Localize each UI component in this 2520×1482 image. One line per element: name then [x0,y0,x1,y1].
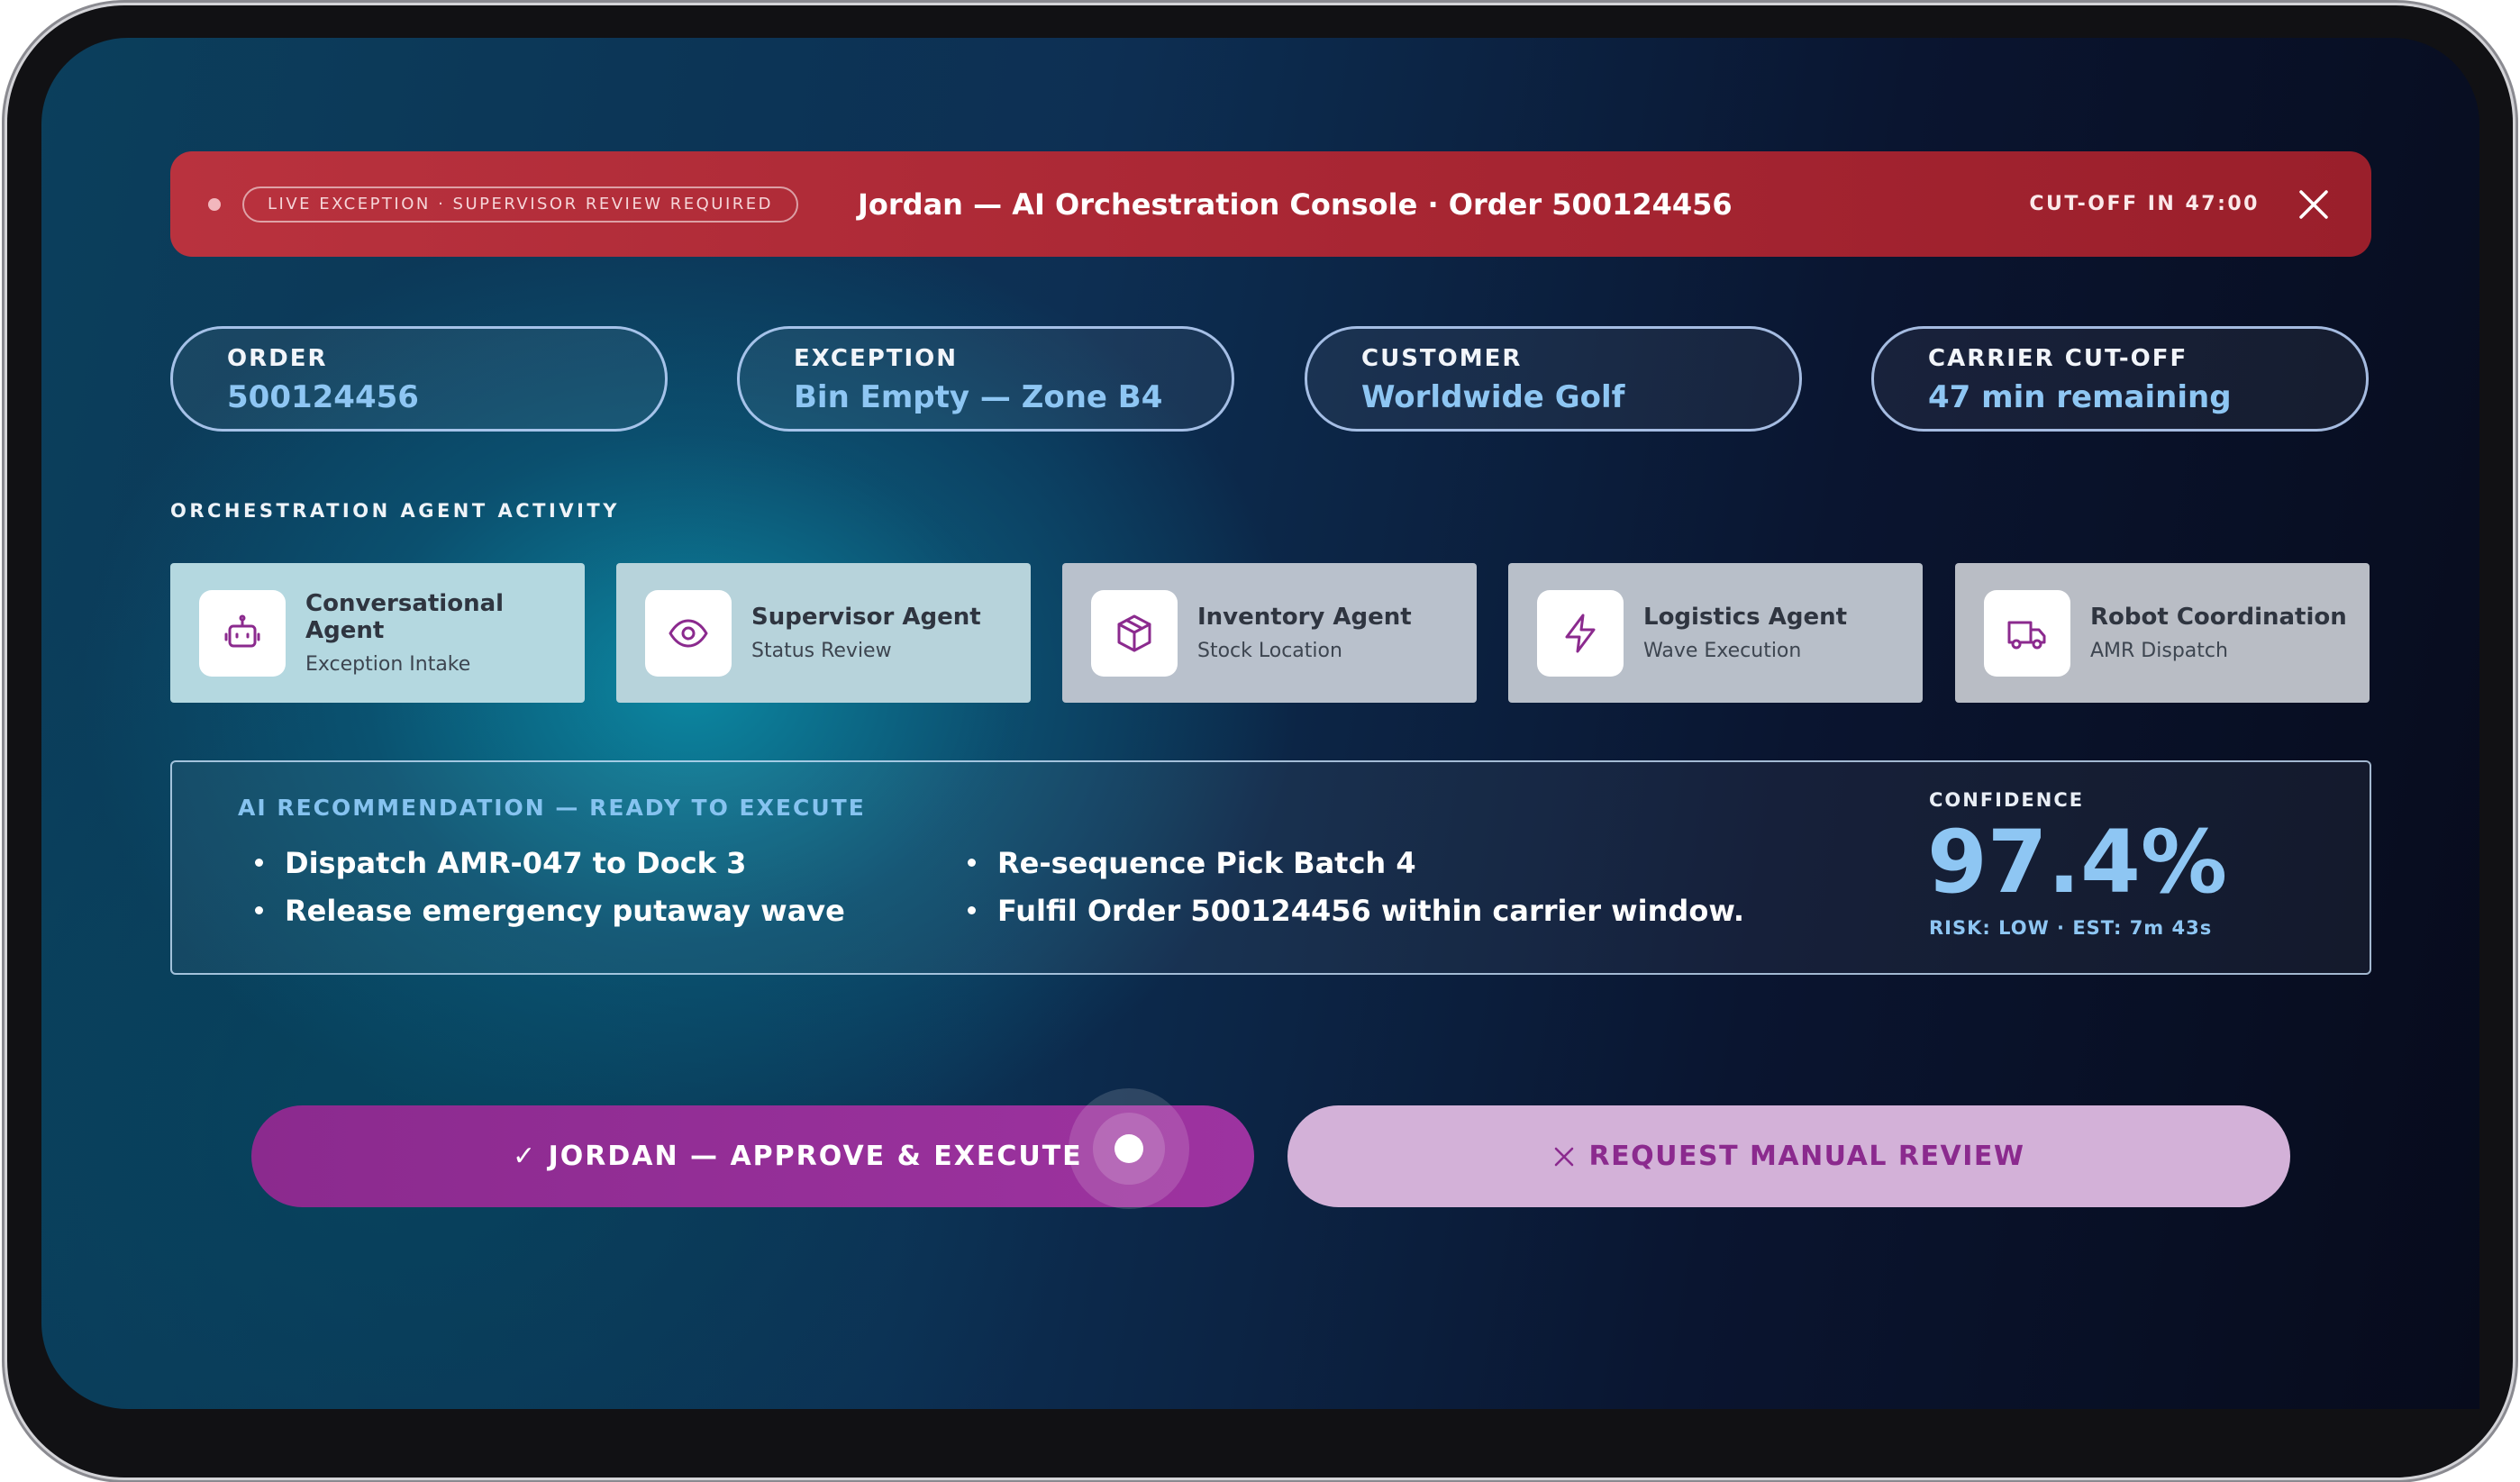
agent-role: Wave Execution [1643,640,1802,662]
cutoff-timer: CUT-OFF IN 47:00 [2029,193,2260,215]
carrier-value: 47 min remaining [1928,379,2232,415]
banner-right: CUT-OFF IN 47:00 [2029,177,2371,232]
recommendation-list-left: Dispatch AMR-047 to Dock 3 Release emerg… [255,839,845,934]
agent-role: Status Review [751,640,892,662]
live-indicator-dot [208,197,221,211]
exception-banner: LIVE EXCEPTION · SUPERVISOR REVIEW REQUI… [170,151,2371,257]
truck-icon [2007,621,2046,649]
agent-card-inventory[interactable]: Inventory Agent Stock Location [1062,563,1477,703]
bullet [968,859,976,867]
agent-card-logistics[interactable]: Logistics Agent Wave Execution [1508,563,1923,703]
status-pill: LIVE EXCEPTION · SUPERVISOR REVIEW REQUI… [242,186,798,223]
touch-point [1114,1134,1143,1163]
robot-icon [224,614,260,647]
bullet [968,906,976,914]
ai-recommendation-panel: AI RECOMMENDATION — READY TO EXECUTE Dis… [170,760,2371,975]
touch-indicator [1069,1088,1189,1209]
lightning-icon [1565,614,1596,652]
agent-card-supervisor[interactable]: Supervisor Agent Status Review [616,563,1031,703]
recommendation-item: Re-sequence Pick Batch 4 [968,839,1744,886]
package-icon [1117,614,1151,651]
agent-icon-box [645,589,732,677]
confidence-label: CONFIDENCE [1929,789,2085,811]
agent-role: Exception Intake [305,653,471,676]
recommendation-text: Release emergency putaway wave [285,893,845,928]
carrier-pill: CARRIER CUT-OFF 47 min remaining [1871,326,2369,432]
bullet [255,906,263,914]
recommendation-title: AI RECOMMENDATION — READY TO EXECUTE [238,795,866,821]
recommendation-item: Dispatch AMR-047 to Dock 3 [255,839,845,886]
customer-pill: CUSTOMER Worldwide Golf [1305,326,1802,432]
order-pill: ORDER 500124456 [170,326,668,432]
console-title: Jordan — AI Orchestration Console · Orde… [858,186,1733,222]
request-manual-review-button[interactable]: REQUEST MANUAL REVIEW [1287,1105,2290,1207]
exception-pill: EXCEPTION Bin Empty — Zone B4 [737,326,1234,432]
touch-indicator-inner [1093,1113,1165,1185]
close-icon [2299,189,2328,219]
bullet [255,859,263,867]
agent-name: Supervisor Agent [751,604,981,631]
agent-role: AMR Dispatch [2090,640,2228,662]
recommendation-text: Dispatch AMR-047 to Dock 3 [285,845,747,880]
close-icon [1553,1146,1575,1168]
order-label: ORDER [227,345,328,372]
agent-icon-box [1537,589,1624,677]
agent-icon-box [1984,589,2070,677]
agent-name: Robot Coordination [2090,604,2347,631]
tablet-frame: LIVE EXCEPTION · SUPERVISOR REVIEW REQUI… [7,5,2513,1477]
carrier-label: CARRIER CUT-OFF [1928,345,2188,372]
agent-name: Conversational Agent [305,590,505,644]
recommendation-item: Fulfil Order 500124456 within carrier wi… [968,886,1744,934]
agent-card-robot-coordination[interactable]: Robot Coordination AMR Dispatch [1955,563,2370,703]
agent-icon-box [199,589,286,677]
console-screen: LIVE EXCEPTION · SUPERVISOR REVIEW REQUI… [41,38,2479,1409]
exception-label: EXCEPTION [794,345,959,372]
recommendation-item: Release emergency putaway wave [255,886,845,934]
agent-card-conversational[interactable]: Conversational Agent Exception Intake [170,563,585,703]
recommendation-text: Re-sequence Pick Batch 4 [997,845,1416,880]
review-button-label: REQUEST MANUAL REVIEW [1588,1141,2025,1172]
customer-label: CUSTOMER [1361,345,1523,372]
agent-activity-heading: ORCHESTRATION AGENT ACTIVITY [170,500,620,522]
agent-icon-box [1091,589,1178,677]
recommendation-list-right: Re-sequence Pick Batch 4 Fulfil Order 50… [968,839,1744,934]
order-value: 500124456 [227,379,419,415]
confidence-value: 97.4% [1927,812,2228,913]
eye-icon [669,619,708,647]
agent-role: Stock Location [1197,640,1342,662]
agent-name: Inventory Agent [1197,604,1412,631]
risk-estimate: RISK: LOW · EST: 7m 43s [1929,917,2213,939]
recommendation-text: Fulfil Order 500124456 within carrier wi… [997,893,1744,928]
customer-value: Worldwide Golf [1361,379,1625,415]
exception-value: Bin Empty — Zone B4 [794,379,1163,415]
agent-name: Logistics Agent [1643,604,1848,631]
close-button[interactable] [2287,177,2341,232]
approve-button-label: ✓ JORDAN — APPROVE & EXECUTE [513,1141,1083,1172]
